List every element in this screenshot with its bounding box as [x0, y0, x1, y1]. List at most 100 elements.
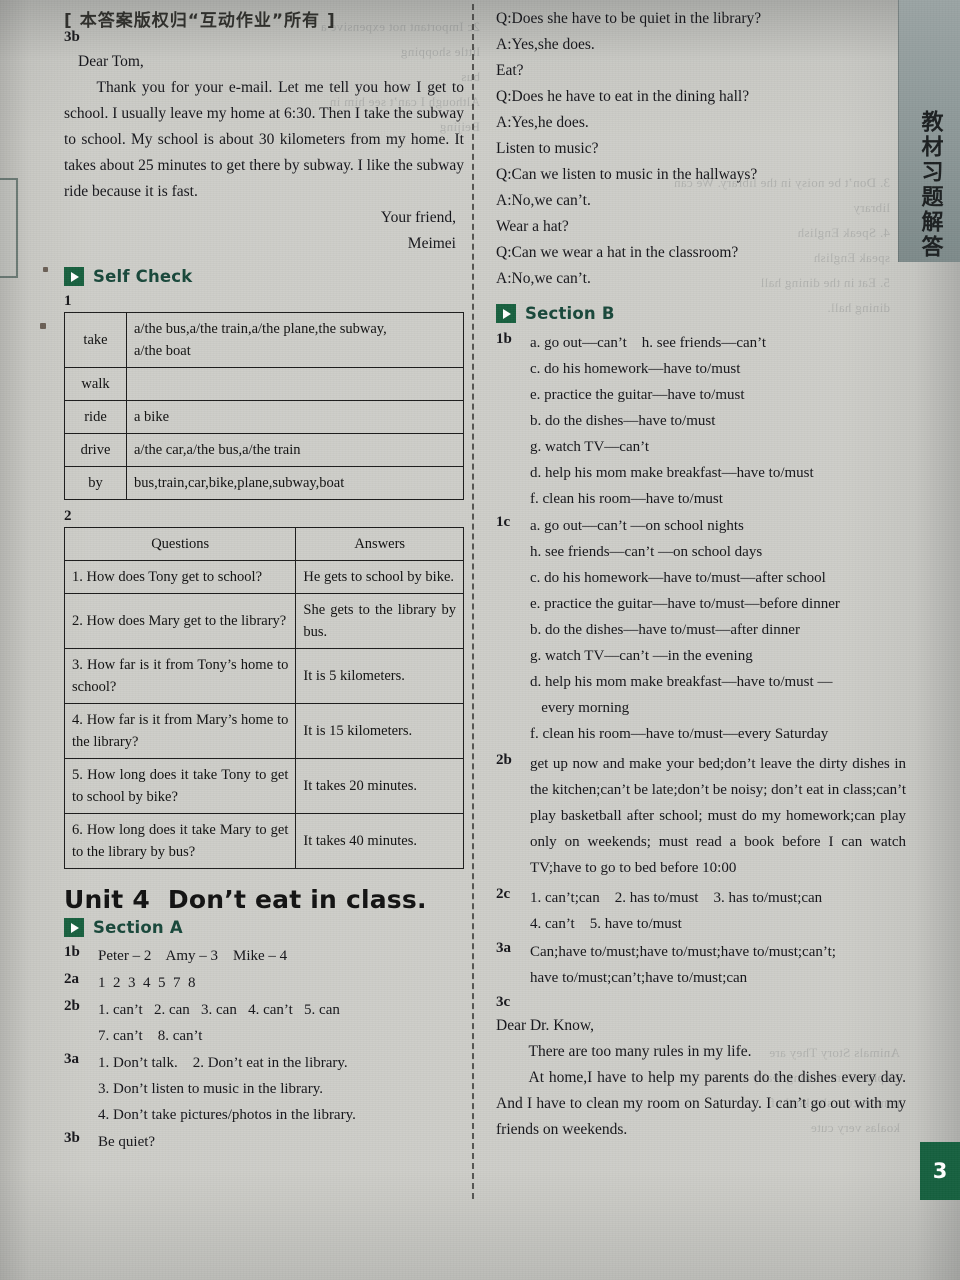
answer-line: have to/must;can’t;have to/must;can	[530, 970, 748, 986]
collocation-cell: a bike	[126, 400, 464, 434]
answer-row-2a: 2a 1 2 3 4 5 7 8	[64, 970, 464, 996]
letter-salutation: Dear Tom,	[78, 53, 144, 70]
unit-heading: Unit 4 Don’t eat in class.	[64, 885, 464, 914]
dialogue-line: A:No,we can’t.	[496, 192, 591, 209]
letter-closing: Your friend,	[380, 209, 456, 226]
answer-text-2b: get up now and make your bed;don’t leave…	[530, 756, 906, 876]
answer-label-2c: 2c	[496, 886, 511, 902]
exercise-label-3b: 3b	[64, 29, 80, 45]
copyright-watermark: [ 本答案版权归“互动作业”所有 ]	[64, 11, 336, 31]
dialogue-line: Q:Can we wear a hat in the classroom?	[496, 244, 739, 261]
answer-cell: It takes 40 minutes.	[295, 813, 464, 869]
answer-lines-3a: Can;have to/must;have to/must;have to/mu…	[530, 939, 906, 991]
speck-2	[40, 323, 46, 329]
answer-label-1b: 1b	[496, 331, 512, 347]
answer-line: e. practice the guitar—have to/must—befo…	[530, 596, 840, 612]
answer-label-3a: 3a	[496, 940, 511, 956]
answer-line: d. help his mom make breakfast—have to/m…	[530, 674, 833, 690]
dr-know-salutation: Dear Dr. Know,	[496, 1017, 594, 1034]
answer-line: 4. Don’t take pictures/photos in the lib…	[98, 1107, 356, 1123]
right-column: Q:Does she have to be quiet in the libra…	[496, 0, 906, 1143]
answer-cell: It is 15 kilometers.	[295, 703, 464, 759]
answer-line: a. go out—can’t h. see friends—can’t	[530, 335, 767, 351]
section-a-title: Section A	[93, 918, 183, 937]
letter-to-tom: Dear Tom, Thank you for your e-mail. Let…	[64, 49, 464, 257]
left-column: [ 本答案版权归“互动作业”所有 ] 3b Dear Tom, Thank yo…	[63, 0, 464, 1156]
page-edge-artifact	[0, 178, 18, 278]
collocation-cell	[126, 367, 464, 401]
verb-collocation-table-wrap: take a/the bus,a/the train,a/the plane,th…	[64, 312, 464, 500]
answer-line: Can;have to/must;have to/must;have to/mu…	[530, 944, 836, 960]
answer-label-2b: 2b	[64, 998, 80, 1014]
speck-1	[43, 267, 48, 272]
table-row: 3. How far is it from Tony’s home to sch…	[63, 648, 464, 704]
question-cell: 6. How long does it take Mary to get to …	[63, 813, 297, 869]
qa-table-wrap: Questions Answers 1. How does Tony get t…	[63, 527, 464, 869]
table-row: drive a/the car,a/the bus,a/the train	[64, 433, 464, 467]
answer-row-3c: 3c	[496, 993, 906, 1011]
section-b-answers: 1b a. go out—can’t h. see friends—can’t c.…	[496, 330, 906, 747]
answer-line: 4. can’t 5. have to/must	[530, 916, 682, 932]
questions-answers-table: Questions Answers 1. How does Tony get t…	[63, 527, 464, 869]
answer-lines-3a: 1. Don’t talk. 2. Don’t eat in the libra…	[98, 1050, 464, 1128]
verb-cell: walk	[64, 367, 127, 401]
dialogue-line: A:No,we can’t.	[496, 270, 591, 287]
answer-row-3a: 3a 1. Don’t talk. 2. Don’t eat in the lib…	[64, 1050, 464, 1128]
section-a-header: Section A	[64, 918, 464, 937]
answer-cell: He gets to school by bike.	[295, 560, 464, 594]
answer-line: 1. can’t 2. can 3. can 4. can’t 5. can	[98, 1002, 340, 1018]
dialogue-line: Q:Does she have to be quiet in the libra…	[496, 10, 762, 27]
answer-label-2a: 2a	[64, 971, 79, 987]
answer-row-1c: 1c a. go out—can’t —on school nights h. se…	[496, 513, 906, 747]
answer-label-1b: 1b	[64, 944, 80, 960]
dr-know-para-1: There are too many rules in my life.	[528, 1043, 752, 1060]
page-number-tab: 3	[920, 1142, 960, 1200]
answer-row-2b: 2b get up now and make your bed;don’t le…	[496, 751, 906, 881]
question-cell: 3. How far is it from Tony’s home to sch…	[63, 648, 297, 704]
collocation-cell: bus,train,car,bike,plane,subway,boat	[126, 466, 464, 500]
answer-cell: It takes 20 minutes.	[295, 758, 464, 814]
table-row: walk	[64, 367, 464, 401]
answer-line: Be quiet?	[98, 1134, 156, 1150]
question-cell: 4. How far is it from Mary’s home to the…	[63, 703, 297, 759]
answer-lines-2a: 1 2 3 4 5 7 8	[98, 970, 464, 996]
dialogue-line: Q:Can we listen to music in the hallways…	[496, 166, 758, 183]
table-row: 6. How long does it take Mary to get to …	[63, 813, 464, 869]
answer-label-3b: 3b	[64, 1130, 80, 1146]
answer-label-3a: 3a	[64, 1051, 79, 1067]
table-row: 5. How long does it take Tony to get to …	[63, 758, 464, 814]
letter-to-dr-know: Dear Dr. Know, There are too many rules …	[496, 1013, 906, 1143]
answer-lines-3b: Be quiet?	[98, 1129, 464, 1155]
answer-line: 7. can’t 8. can’t	[98, 1028, 203, 1044]
dialogue-line: Listen to music?	[496, 140, 599, 157]
side-tab-label: 教材习题解答	[917, 110, 943, 260]
collocation-cell: a/the bus,a/the train,a/the plane,the su…	[126, 312, 464, 368]
answer-label-1c: 1c	[496, 514, 511, 530]
answer-line: f. clean his room—have to/must—every Sat…	[530, 726, 829, 742]
answer-lines-1b: a. go out—can’t h. see friends—can’t c. d…	[530, 330, 906, 512]
letter-body: Thank you for your e-mail. Let me tell y…	[64, 79, 464, 200]
dialogue-line: Eat?	[496, 62, 524, 79]
answer-row-3b: 3b Be quiet?	[64, 1129, 464, 1155]
answer-row-3a: 3a Can;have to/must;have to/must;have to/…	[496, 939, 906, 991]
answer-block-2c: 2c 1. can’t;can 2. has to/must 3. has to/…	[496, 885, 906, 937]
table-row: take a/the bus,a/the train,a/the plane,th…	[64, 312, 464, 368]
self-check-title: Self Check	[93, 267, 193, 286]
answer-cell: It is 5 kilometers.	[295, 648, 464, 704]
collocation-cell: a/the car,a/the bus,a/the train	[126, 433, 464, 467]
section-a-answers: 1b Peter – 2 Amy – 3 Mike – 4 2a 1 2 3 4 5 …	[64, 943, 464, 1155]
answer-block-3a: 3a Can;have to/must;have to/must;have to/…	[496, 939, 906, 991]
answer-line: 1. can’t;can 2. has to/must 3. has to/mu…	[530, 890, 823, 906]
answer-row-1b: 1b a. go out—can’t h. see friends—can’t c.…	[496, 330, 906, 512]
table-row: ride a bike	[64, 400, 464, 434]
side-tab: 教材习题解答	[898, 0, 960, 262]
table-row: 4. How far is it from Mary’s home to the…	[63, 703, 464, 759]
answer-line: a. go out—can’t —on school nights	[530, 518, 744, 534]
column-divider	[472, 4, 474, 1199]
section-b-header: Section B	[496, 304, 906, 323]
dr-know-para-2: At home,I have to help my parents do the…	[496, 1069, 906, 1138]
col-header-questions: Questions	[63, 527, 297, 561]
answer-lines-1b: Peter – 2 Amy – 3 Mike – 4	[98, 943, 464, 969]
dialogue-line: Wear a hat?	[496, 218, 569, 235]
self-check-header: Self Check	[64, 267, 464, 286]
